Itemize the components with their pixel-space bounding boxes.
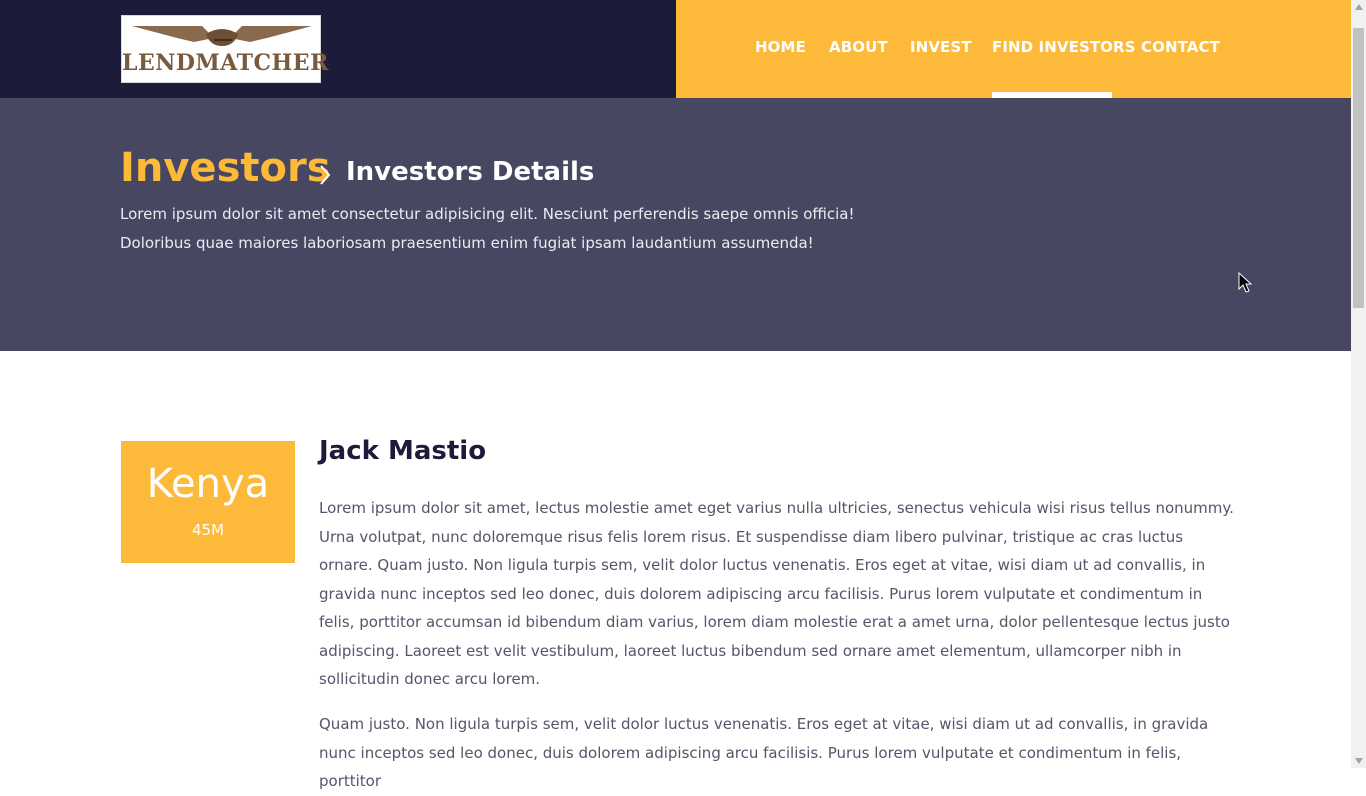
banner-description: Lorem ipsum dolor sit amet consectetur a… xyxy=(120,205,855,252)
scrollbar-thumb[interactable] xyxy=(1353,28,1364,308)
breadcrumb-investors[interactable]: Investors xyxy=(120,145,331,191)
investor-bio-paragraph: Lorem ipsum dolor sit amet, lectus moles… xyxy=(319,499,1234,688)
nav-find-investors[interactable]: FIND INVESTORS xyxy=(992,38,1136,56)
scroll-up-arrow-icon[interactable] xyxy=(1355,4,1363,10)
nav-invest[interactable]: INVEST xyxy=(910,38,972,56)
scroll-down-arrow-icon[interactable] xyxy=(1355,758,1363,764)
country-card: Kenya 45M xyxy=(121,441,295,563)
mouse-pointer-icon xyxy=(1238,272,1252,293)
chevron-right-icon xyxy=(320,165,331,185)
investment-amount: 45M xyxy=(191,521,225,539)
site-logo[interactable]: LENDMATCHER xyxy=(121,15,329,83)
logo-text: LENDMATCHER xyxy=(122,50,329,76)
site-header: LENDMATCHER HOME ABOUT INVEST FIND INVES… xyxy=(0,0,1351,98)
nav-about[interactable]: ABOUT xyxy=(829,38,888,56)
nav-home[interactable]: HOME xyxy=(755,38,806,56)
breadcrumb-investors-details: Investors Details xyxy=(346,157,595,187)
investor-name: Jack Mastio xyxy=(319,436,487,466)
investor-bio-paragraph: Quam justo. Non ligula turpis sem, velit… xyxy=(319,715,1209,790)
header-brand-area xyxy=(0,0,676,98)
country-name: Kenya xyxy=(146,461,270,507)
nav-contact[interactable]: CONTACT xyxy=(1141,38,1220,56)
